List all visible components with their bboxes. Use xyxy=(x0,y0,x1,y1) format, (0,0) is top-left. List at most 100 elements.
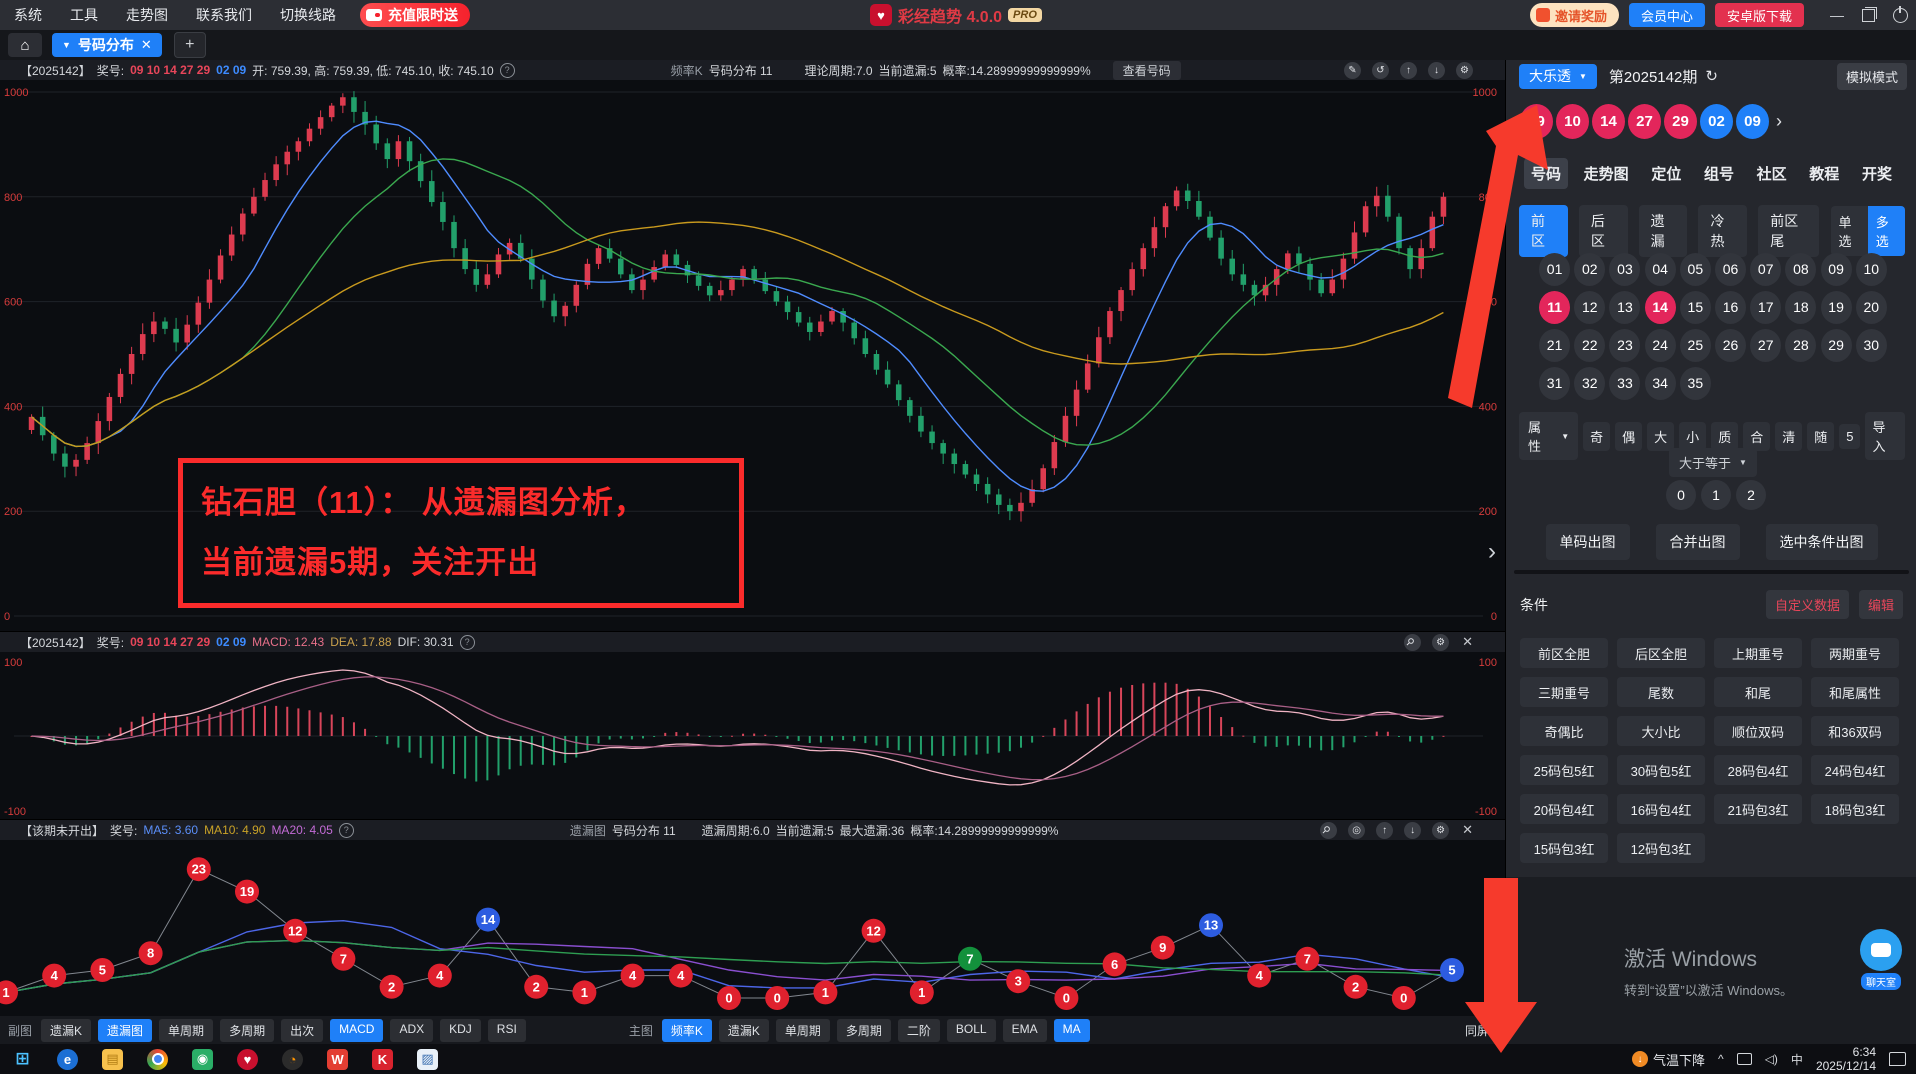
close-tab-icon[interactable]: ✕ xyxy=(141,37,152,53)
edit-button[interactable]: 编辑 xyxy=(1858,590,1903,619)
attribute-7[interactable]: 清 xyxy=(1775,421,1803,451)
help-icon[interactable]: ? xyxy=(499,62,515,78)
number-ball-18[interactable]: 18 xyxy=(1785,290,1817,324)
number-ball-30[interactable]: 30 xyxy=(1855,328,1887,362)
number-ball-14[interactable]: 14 xyxy=(1644,290,1676,324)
minimize-button[interactable]: — xyxy=(1830,7,1844,23)
main-chart-tab-8[interactable]: MA xyxy=(1053,1018,1090,1042)
edge-browser-icon[interactable]: e xyxy=(57,1048,78,1070)
condition-button-3[interactable]: 上期重号 xyxy=(1714,638,1802,668)
import-button[interactable]: 导入 xyxy=(1865,412,1905,460)
close-icon[interactable]: ✕ xyxy=(1462,822,1473,838)
attribute-dropdown[interactable]: 属性 ▼ xyxy=(1519,412,1579,460)
condition-button-5[interactable]: 三期重号 xyxy=(1520,677,1608,707)
condition-button-13[interactable]: 25码包5红 xyxy=(1520,755,1608,785)
file-explorer-icon[interactable]: ▤ xyxy=(102,1048,123,1070)
menu-item-4[interactable]: 联系我们 xyxy=(182,5,266,25)
panel-tab-3[interactable]: 定位 xyxy=(1644,158,1688,189)
simulation-mode-button[interactable]: 模拟模式 xyxy=(1836,62,1907,90)
help-icon[interactable]: ? xyxy=(338,822,354,838)
condition-button-12[interactable]: 和36双码 xyxy=(1811,716,1899,746)
chat-icon[interactable] xyxy=(1860,929,1902,971)
sub-chart-tab-7[interactable]: ADX xyxy=(390,1018,434,1042)
number-ball-19[interactable]: 19 xyxy=(1820,290,1852,324)
gte-option-2[interactable]: 2 xyxy=(1736,480,1766,510)
condition-button-11[interactable]: 顺位双码 xyxy=(1714,716,1802,746)
attribute-9[interactable]: 5 xyxy=(1839,423,1861,449)
number-ball-16[interactable]: 16 xyxy=(1715,290,1747,324)
sub-chart-tab-6[interactable]: MACD xyxy=(330,1018,384,1042)
menu-item-3[interactable]: 走势图 xyxy=(112,5,182,25)
gte-option-0[interactable]: 0 xyxy=(1666,480,1696,510)
condition-button-18[interactable]: 16码包4红 xyxy=(1617,794,1705,824)
condition-button-8[interactable]: 和尾属性 xyxy=(1811,677,1899,707)
target-icon[interactable]: ◎ xyxy=(1348,821,1366,839)
number-ball-01[interactable]: 01 xyxy=(1539,252,1571,286)
number-ball-34[interactable]: 34 xyxy=(1644,366,1676,400)
panel-splitter[interactable] xyxy=(1514,570,1909,574)
menu-item-5[interactable]: 切换线路 xyxy=(266,5,350,25)
arrow-down-icon[interactable]: ↓ xyxy=(1404,821,1422,839)
hidden-icons-chevron[interactable]: ^ xyxy=(1718,1052,1724,1066)
attribute-6[interactable]: 合 xyxy=(1743,421,1771,451)
number-ball-23[interactable]: 23 xyxy=(1609,328,1641,362)
android-download-button[interactable]: 安卓版下载 xyxy=(1714,3,1804,27)
sync-screen-button[interactable]: 同屏 xyxy=(1465,1022,1489,1039)
balls-expand-chevron[interactable]: › xyxy=(1776,111,1782,132)
sub-chart-tab-5[interactable]: 出次 xyxy=(281,1018,324,1042)
number-ball-35[interactable]: 35 xyxy=(1679,366,1711,400)
restore-button[interactable] xyxy=(1862,6,1877,22)
condition-button-10[interactable]: 大小比 xyxy=(1617,716,1705,746)
number-ball-29[interactable]: 29 xyxy=(1820,328,1852,362)
main-chart-tab-6[interactable]: BOLL xyxy=(946,1018,996,1042)
condition-button-19[interactable]: 21码包3红 xyxy=(1714,794,1802,824)
number-ball-12[interactable]: 12 xyxy=(1574,290,1606,324)
number-ball-03[interactable]: 03 xyxy=(1609,252,1641,286)
number-ball-24[interactable]: 24 xyxy=(1644,328,1676,362)
custom-data-button[interactable]: 自定义数据 xyxy=(1765,590,1849,619)
condition-button-17[interactable]: 20码包4红 xyxy=(1520,794,1608,824)
refresh-icon[interactable]: ↻ xyxy=(1705,67,1718,85)
attribute-8[interactable]: 随 xyxy=(1807,421,1835,451)
power-button[interactable] xyxy=(1893,5,1908,23)
main-chart-tab-1[interactable]: 频率K xyxy=(661,1018,712,1042)
attribute-1[interactable]: 奇 xyxy=(1583,421,1611,451)
number-ball-27[interactable]: 27 xyxy=(1750,328,1782,362)
notes-app-icon[interactable]: ▨ xyxy=(417,1048,438,1070)
sub-chart-tab-1[interactable]: 遗漏K xyxy=(41,1018,92,1042)
arrow-up-icon[interactable]: ↑ xyxy=(1400,61,1417,79)
number-ball-28[interactable]: 28 xyxy=(1785,328,1817,362)
condition-button-15[interactable]: 28码包4红 xyxy=(1714,755,1802,785)
number-ball-22[interactable]: 22 xyxy=(1574,328,1606,362)
gear-icon[interactable]: ⚙ xyxy=(1432,821,1450,839)
pencil-icon[interactable]: ✎ xyxy=(1344,61,1361,79)
multi-select-button[interactable]: 多选 xyxy=(1867,206,1905,256)
number-ball-31[interactable]: 31 xyxy=(1539,366,1571,400)
ime-indicator[interactable]: 中 xyxy=(1791,1051,1803,1068)
number-ball-02[interactable]: 02 xyxy=(1574,252,1606,286)
number-ball-08[interactable]: 08 xyxy=(1785,252,1817,286)
gear-icon[interactable]: ⚙ xyxy=(1432,633,1450,651)
condition-button-14[interactable]: 30码包5红 xyxy=(1617,755,1705,785)
condition-button-21[interactable]: 15码包3红 xyxy=(1520,833,1608,863)
condition-button-4[interactable]: 两期重号 xyxy=(1811,638,1899,668)
number-ball-32[interactable]: 32 xyxy=(1574,366,1606,400)
gear-icon[interactable]: ⚙ xyxy=(1456,61,1473,79)
number-ball-10[interactable]: 10 xyxy=(1855,252,1887,286)
gte-option-1[interactable]: 1 xyxy=(1701,480,1731,510)
main-chart-tab-4[interactable]: 多周期 xyxy=(836,1018,891,1042)
number-ball-26[interactable]: 26 xyxy=(1715,328,1747,362)
number-ball-21[interactable]: 21 xyxy=(1539,328,1571,362)
firefox-icon[interactable]: ◔ xyxy=(282,1048,303,1070)
wps-icon[interactable]: W xyxy=(327,1048,348,1070)
member-center-button[interactable]: 会员中心 xyxy=(1628,3,1705,27)
action-button-2[interactable]: 合并出图 xyxy=(1655,524,1740,560)
display-tray-icon[interactable] xyxy=(1736,1053,1752,1065)
action-button-1[interactable]: 单码出图 xyxy=(1545,524,1630,560)
number-ball-33[interactable]: 33 xyxy=(1609,366,1641,400)
condition-button-6[interactable]: 尾数 xyxy=(1617,677,1705,707)
sub-chart-tab-3[interactable]: 单周期 xyxy=(159,1018,214,1042)
speaker-icon[interactable]: ◁) xyxy=(1765,1052,1778,1066)
recharge-promo-button[interactable]: 充值限时送 xyxy=(360,3,470,27)
main-chart-tab-5[interactable]: 二阶 xyxy=(897,1018,940,1042)
